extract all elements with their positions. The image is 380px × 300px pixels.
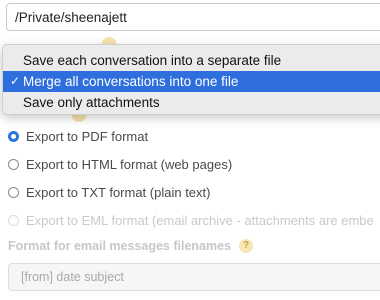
export-txt-label: Export to TXT format (plain text) — [26, 184, 211, 200]
conversation-save-mode-menu[interactable]: Save each conversation into a separate f… — [2, 44, 380, 115]
radio-button[interactable] — [8, 158, 19, 170]
menu-item-merge-all[interactable]: ✓ Merge all conversations into one file — [3, 71, 380, 92]
radio-button[interactable] — [8, 186, 19, 198]
export-txt-option[interactable]: Export to TXT format (plain text) — [8, 182, 210, 202]
menu-item-separate-files[interactable]: Save each conversation into a separate f… — [3, 50, 380, 71]
filename-format-field[interactable]: [from] date subject — [8, 263, 380, 291]
export-pdf-label: Export to PDF format — [26, 128, 149, 144]
help-icon[interactable]: ? — [239, 239, 254, 253]
checkmark-icon: ✓ — [10, 74, 21, 88]
menu-item-label: Save only attachments — [23, 95, 160, 110]
export-html-label: Export to HTML format (web pages) — [26, 156, 233, 172]
destination-path-field[interactable]: /Private/sheenajett — [6, 3, 380, 31]
export-pdf-option[interactable]: Export to PDF format — [8, 126, 148, 146]
menu-item-label: Save each conversation into a separate f… — [23, 53, 282, 68]
radio-button[interactable] — [8, 130, 19, 142]
menu-item-attachments-only[interactable]: Save only attachments — [3, 92, 380, 113]
filename-format-heading: Format for email messages filenames ? — [8, 239, 254, 253]
radio-button — [8, 214, 19, 226]
filename-format-label: Format for email messages filenames — [8, 239, 232, 253]
menu-item-label: Merge all conversations into one file — [23, 74, 239, 89]
export-html-option[interactable]: Export to HTML format (web pages) — [8, 154, 232, 174]
export-eml-option: Export to EML format (email archive - at… — [8, 210, 374, 230]
export-eml-label: Export to EML format (email archive - at… — [26, 212, 374, 228]
